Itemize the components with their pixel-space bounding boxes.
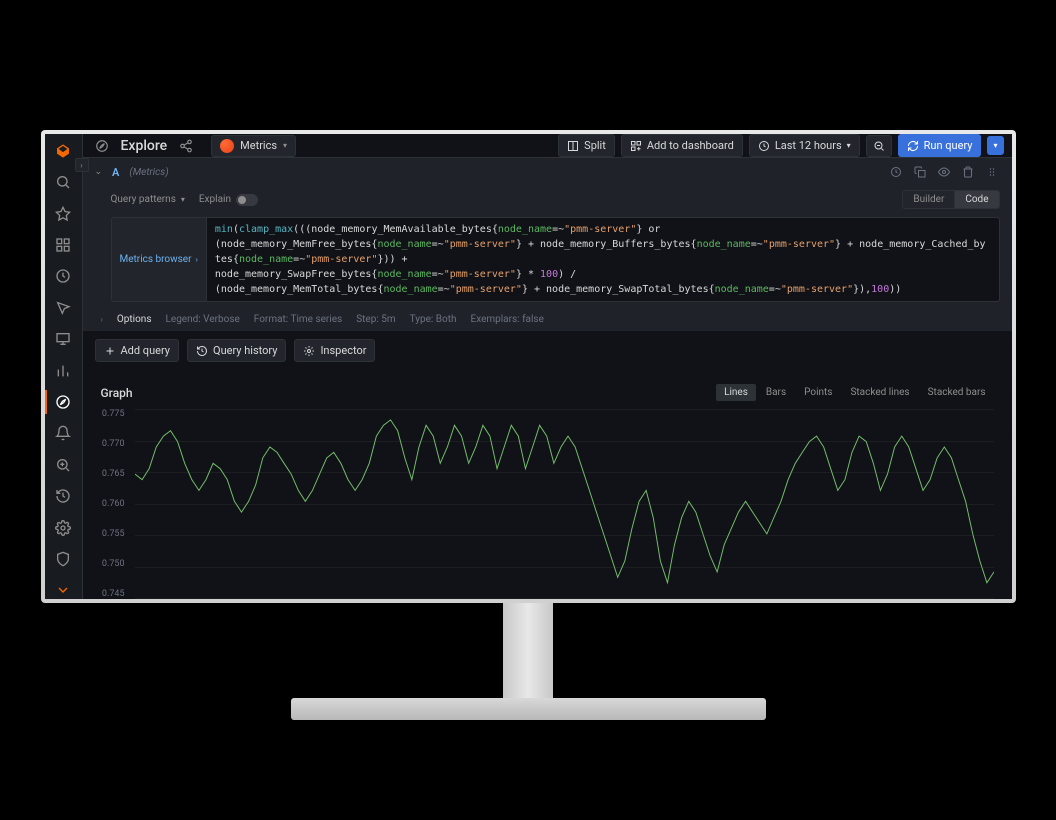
compass-icon bbox=[91, 135, 113, 157]
options-chevron[interactable]: › bbox=[101, 315, 103, 324]
prometheus-icon bbox=[220, 139, 234, 153]
apps-icon[interactable] bbox=[51, 236, 75, 253]
zoom-icon[interactable] bbox=[51, 456, 75, 473]
shield-icon[interactable] bbox=[51, 550, 75, 567]
logo-icon[interactable] bbox=[51, 142, 75, 159]
code-tab[interactable]: Code bbox=[954, 190, 999, 209]
query-patterns-button[interactable]: Query patterns ▾ bbox=[111, 194, 185, 205]
graph-mode-points[interactable]: Points bbox=[796, 384, 840, 401]
options-label[interactable]: Options bbox=[117, 314, 152, 325]
builder-tab[interactable]: Builder bbox=[902, 190, 954, 209]
add-to-dashboard-button[interactable]: Add to dashboard bbox=[621, 134, 743, 157]
y-tick: 0.765 bbox=[91, 469, 131, 479]
cursor-icon[interactable] bbox=[51, 299, 75, 316]
action-buttons: Add query Query history Inspector bbox=[83, 331, 1012, 370]
inspector-button[interactable]: Inspector bbox=[294, 339, 375, 362]
sidebar bbox=[45, 134, 83, 599]
explore-compass-icon[interactable] bbox=[51, 393, 75, 410]
graph-panel: Graph LinesBarsPointsStacked linesStacke… bbox=[91, 376, 1004, 599]
options-type: Type: Both bbox=[410, 314, 457, 325]
collapse-query-chevron[interactable]: ⌄ bbox=[95, 167, 103, 177]
query-options-row: › Options Legend: Verbose Format: Time s… bbox=[83, 308, 1012, 331]
query-drag-icon[interactable] bbox=[984, 164, 1000, 180]
split-button[interactable]: Split bbox=[558, 134, 615, 157]
query-header: ⌄ A (Metrics) bbox=[83, 158, 1012, 186]
bell-icon[interactable] bbox=[51, 425, 75, 442]
presentation-icon[interactable] bbox=[51, 330, 75, 347]
history-icon[interactable] bbox=[51, 487, 75, 504]
options-legend: Legend: Verbose bbox=[166, 314, 240, 325]
chart-area: 0.775 0.770 0.765 0.760 0.755 0.750 0.745 bbox=[91, 409, 1004, 599]
query-clock-icon[interactable] bbox=[888, 164, 904, 180]
graph-title: Graph bbox=[101, 386, 133, 400]
graph-header: Graph LinesBarsPointsStacked linesStacke… bbox=[91, 376, 1004, 409]
query-editor-row: Metrics browser › min(clamp_max(((node_m… bbox=[83, 213, 1012, 308]
dashboard-icon[interactable] bbox=[51, 268, 75, 285]
star-icon[interactable] bbox=[51, 205, 75, 222]
graph-mode-tabs: LinesBarsPointsStacked linesStacked bars bbox=[716, 384, 993, 401]
options-format: Format: Time series bbox=[254, 314, 342, 325]
query-section: ⌄ A (Metrics) Query patte bbox=[83, 158, 1012, 331]
query-copy-icon[interactable] bbox=[912, 164, 928, 180]
share-icon[interactable] bbox=[175, 135, 197, 157]
query-code-editor[interactable]: min(clamp_max(((node_memory_MemAvailable… bbox=[207, 217, 1000, 302]
datasource-picker[interactable]: Metrics ▾ bbox=[211, 135, 296, 157]
query-history-button[interactable]: Query history bbox=[187, 339, 286, 362]
graph-mode-lines[interactable]: Lines bbox=[716, 384, 756, 401]
y-tick: 0.760 bbox=[91, 499, 131, 509]
explain-toggle[interactable]: Explain bbox=[199, 194, 258, 206]
chevron-down-icon[interactable] bbox=[51, 582, 75, 599]
gear-icon[interactable] bbox=[51, 519, 75, 536]
y-tick: 0.755 bbox=[91, 529, 131, 539]
run-query-dropdown[interactable]: ▾ bbox=[987, 136, 1003, 155]
options-step: Step: 5m bbox=[356, 314, 395, 325]
query-trash-icon[interactable] bbox=[960, 164, 976, 180]
graph-mode-bars[interactable]: Bars bbox=[758, 384, 794, 401]
y-tick: 0.750 bbox=[91, 559, 131, 569]
sidebar-expand-button[interactable]: › bbox=[75, 158, 89, 172]
graph-mode-stacked-lines[interactable]: Stacked lines bbox=[842, 384, 917, 401]
topbar: Explore Metrics ▾ Split bbox=[83, 134, 1012, 158]
query-eye-icon[interactable] bbox=[936, 164, 952, 180]
zoom-out-button[interactable] bbox=[866, 135, 892, 157]
search-icon[interactable] bbox=[51, 173, 75, 190]
add-query-button[interactable]: Add query bbox=[95, 339, 180, 362]
datasource-name: Metrics bbox=[240, 139, 277, 152]
run-query-button[interactable]: Run query bbox=[898, 134, 982, 157]
y-tick: 0.770 bbox=[91, 439, 131, 449]
y-tick: 0.775 bbox=[91, 409, 131, 419]
time-range-picker[interactable]: Last 12 hours ▾ bbox=[749, 134, 860, 157]
toggle-icon bbox=[236, 194, 258, 206]
plot bbox=[135, 409, 994, 599]
chevron-down-icon: ▾ bbox=[283, 141, 287, 150]
query-row-letter: A bbox=[112, 166, 119, 179]
metrics-browser-button[interactable]: Metrics browser › bbox=[111, 217, 207, 302]
query-toolbar: Query patterns ▾ Explain Builder Code bbox=[83, 186, 1012, 213]
y-tick: 0.745 bbox=[91, 589, 131, 599]
page-title: Explore bbox=[121, 138, 168, 154]
options-exemplars: Exemplars: false bbox=[471, 314, 544, 325]
bars-icon[interactable] bbox=[51, 362, 75, 379]
y-axis: 0.775 0.770 0.765 0.760 0.755 0.750 0.745 bbox=[91, 409, 131, 599]
query-mode-tabs: Builder Code bbox=[902, 190, 999, 209]
query-datasource-label: (Metrics) bbox=[129, 167, 168, 178]
graph-mode-stacked-bars[interactable]: Stacked bars bbox=[920, 384, 994, 401]
